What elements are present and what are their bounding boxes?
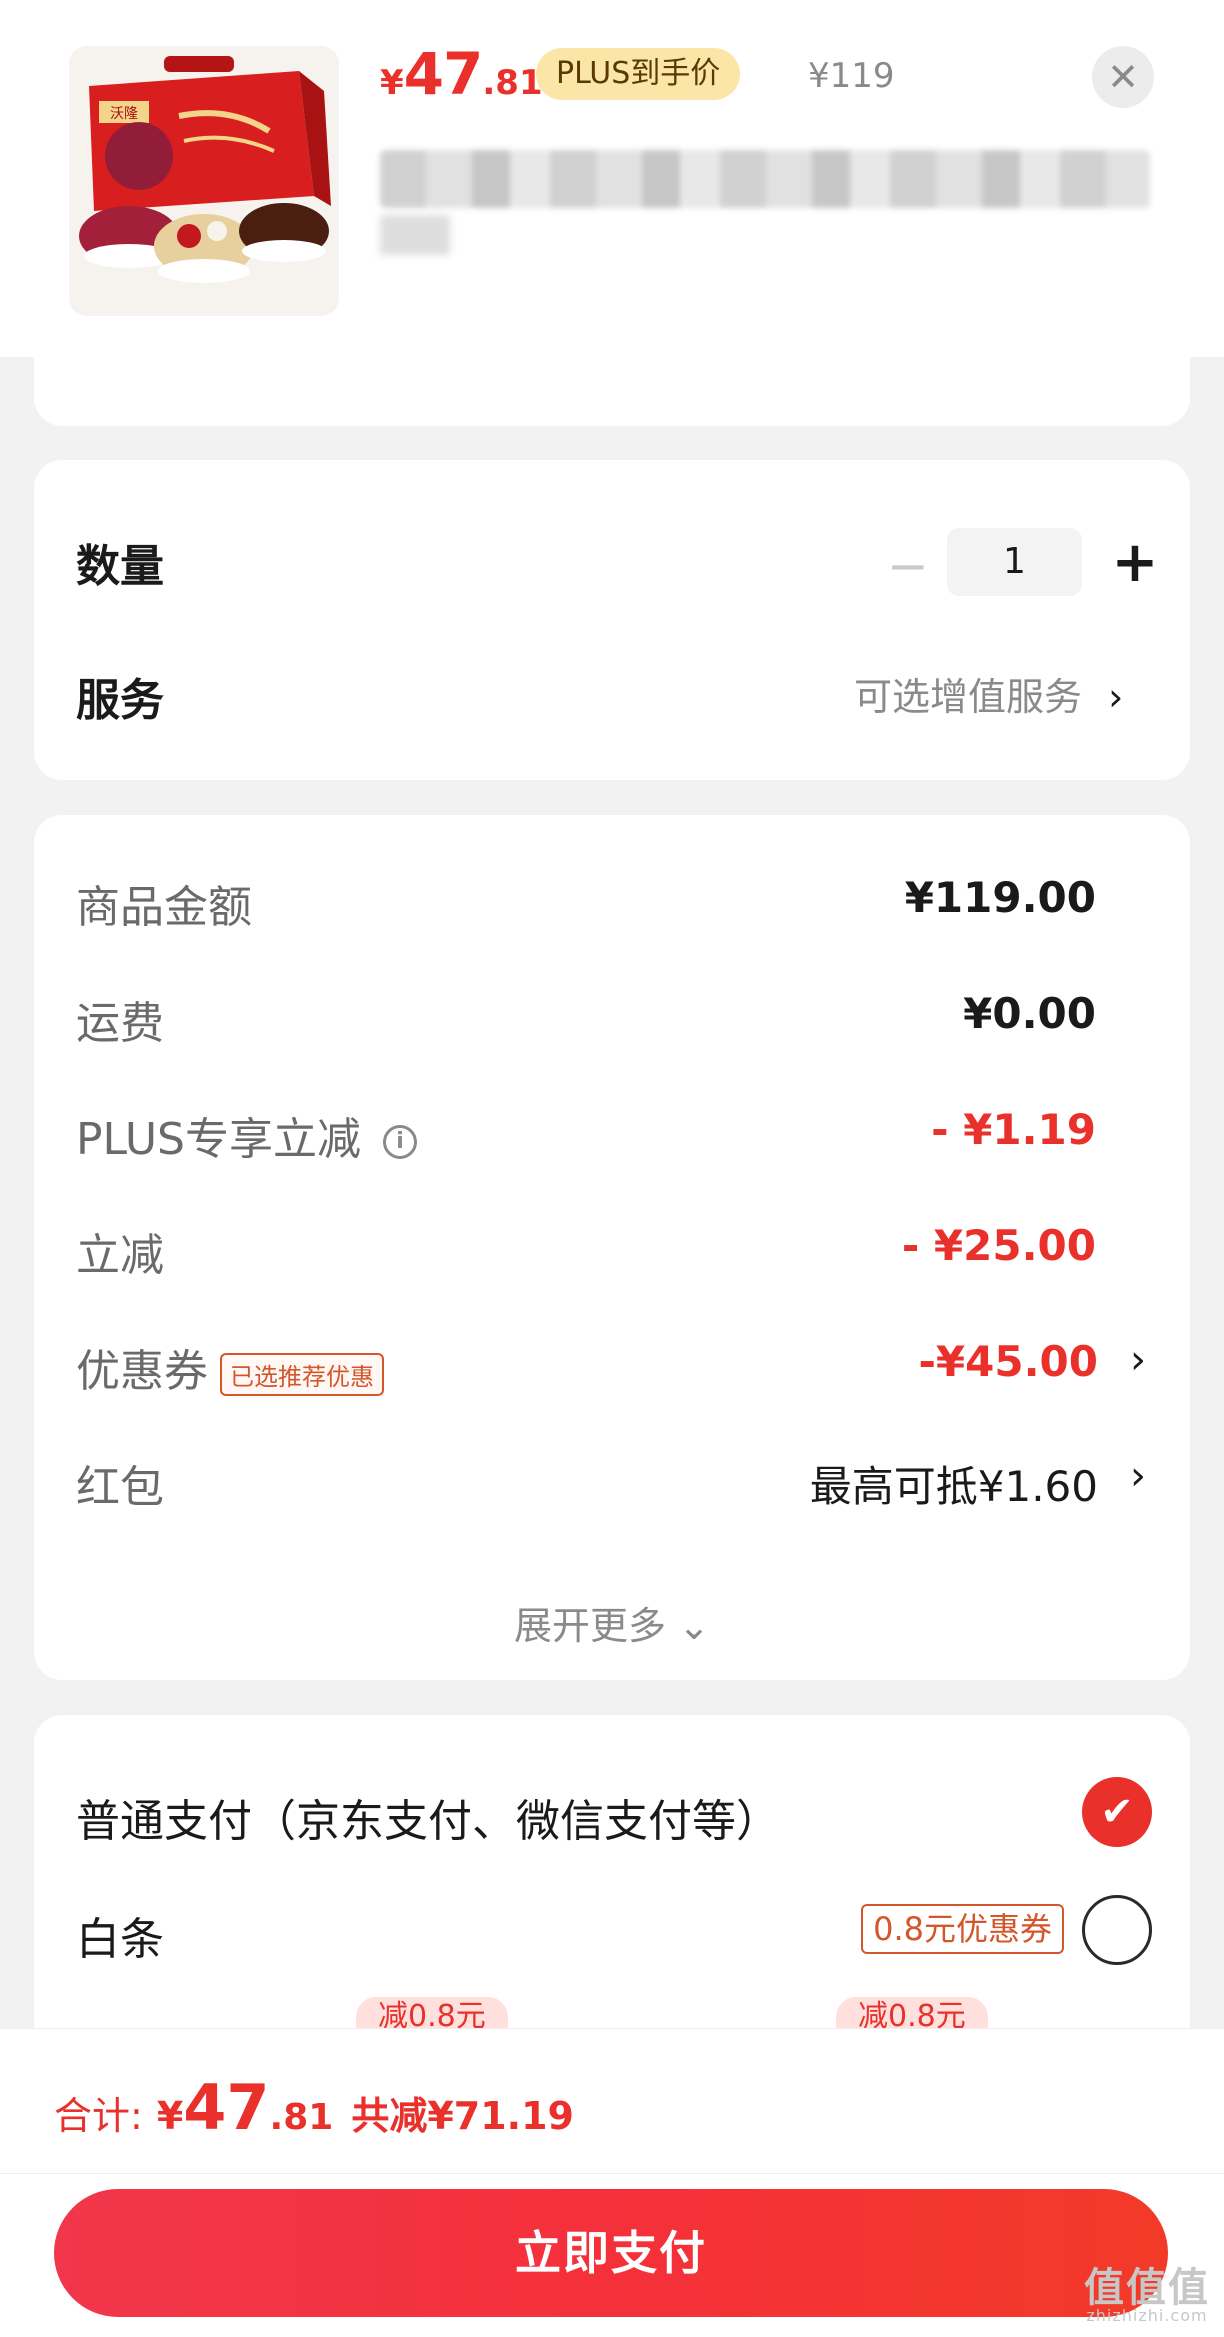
close-button[interactable]: ✕	[1092, 46, 1154, 108]
total-currency: ¥	[156, 2094, 184, 2138]
price-integer: 47	[403, 40, 484, 108]
blurred-product-subtitle	[380, 215, 450, 255]
watermark-url: zhizhizhi.com	[1086, 2306, 1208, 2325]
instant-discount-label: 立减	[76, 1230, 164, 1281]
original-price: ¥119	[808, 56, 895, 96]
quantity-input[interactable]: 1	[947, 528, 1082, 596]
svg-text:沃隆: 沃隆	[110, 106, 138, 122]
normal-payment-radio[interactable]: ✔	[1082, 1777, 1152, 1847]
coupon-label: 优惠券	[76, 1346, 208, 1397]
plus-discount-row: PLUS专享立减 i	[76, 1103, 417, 1167]
baitiao-payment-label[interactable]: 白条	[76, 1903, 164, 1967]
quantity-service-card: 数量 − 1 + 服务 可选增值服务 ›	[34, 460, 1190, 780]
total-saved: 共减¥71.19	[351, 2094, 574, 2138]
watermark-logo: 值值值	[1084, 2265, 1210, 2311]
price-decimal: .81	[482, 63, 543, 103]
total-label: 合计:	[54, 2094, 143, 2138]
checkout-footer: 合计: ¥ 47 .81 共减¥71.19 立即支付	[0, 2028, 1224, 2337]
total-integer: 47	[183, 2071, 270, 2144]
plus-discount-label: PLUS专享立减	[76, 1114, 361, 1165]
shipping-value: ¥0.00	[963, 989, 1096, 1038]
service-label: 服务	[76, 675, 164, 726]
blurred-product-title	[380, 150, 1150, 208]
pay-now-button[interactable]: 立即支付	[54, 2189, 1168, 2317]
product-image: 沃隆	[69, 46, 339, 316]
plus-price-badge: PLUS到手价	[536, 48, 741, 100]
quantity-increase-button[interactable]: +	[1102, 530, 1168, 596]
order-total: 合计: ¥ 47 .81 共减¥71.19	[54, 2071, 574, 2144]
instant-discount-value: - ¥25.00	[901, 1221, 1096, 1270]
chevron-right-icon[interactable]: ›	[1130, 1337, 1146, 1383]
service-selector[interactable]: 可选增值服务 ›	[854, 666, 1123, 721]
chevron-right-icon: ›	[1108, 675, 1124, 719]
current-price: ¥ 47 .81	[380, 40, 543, 110]
redpacket-value[interactable]: 最高可抵¥1.60	[810, 1453, 1098, 1514]
price-details-card: 商品金额 ¥119.00 运费 ¥0.00 PLUS专享立减 i - ¥1.19 …	[34, 815, 1190, 1680]
info-icon[interactable]: i	[383, 1125, 417, 1159]
quantity-label: 数量	[76, 541, 164, 592]
site-watermark: 值值值 zhizhizhi.com	[1084, 2268, 1210, 2324]
shipping-label: 运费	[76, 998, 164, 1049]
chevron-right-icon[interactable]: ›	[1130, 1453, 1146, 1499]
minus-icon: −	[887, 537, 929, 595]
normal-payment-label[interactable]: 普通支付（京东支付、微信支付等）	[76, 1785, 780, 1849]
total-decimal: .81	[269, 2097, 334, 2138]
quantity-decrease-button[interactable]: −	[878, 536, 938, 596]
coupon-row[interactable]: 优惠券 已选推荐优惠	[76, 1335, 384, 1399]
baitiao-payment-radio[interactable]	[1082, 1895, 1152, 1965]
goods-amount-value: ¥119.00	[904, 873, 1096, 922]
redpacket-label: 红包	[76, 1462, 164, 1513]
checkmark-icon: ✔	[1100, 1789, 1134, 1835]
coupon-value[interactable]: -¥45.00	[918, 1337, 1098, 1386]
expand-more-button[interactable]: 展开更多 ⌄	[34, 1595, 1190, 1650]
address-card-partial	[34, 330, 1190, 426]
product-image-icon: 沃隆	[69, 46, 339, 316]
baitiao-coupon-tag: 0.8元优惠券	[861, 1904, 1064, 1954]
plus-discount-value: - ¥1.19	[931, 1105, 1096, 1154]
product-header: 沃隆 ¥ 47 .81 PLUS到手价 ¥119 ✕	[0, 0, 1224, 357]
goods-amount-label: 商品金额	[76, 882, 252, 933]
divider	[0, 2173, 1224, 2174]
close-icon: ✕	[1107, 55, 1139, 99]
price-currency: ¥	[380, 63, 404, 103]
plus-icon: +	[1111, 530, 1159, 595]
service-value: 可选增值服务	[854, 675, 1083, 719]
coupon-recommended-tag: 已选推荐优惠	[220, 1352, 384, 1396]
